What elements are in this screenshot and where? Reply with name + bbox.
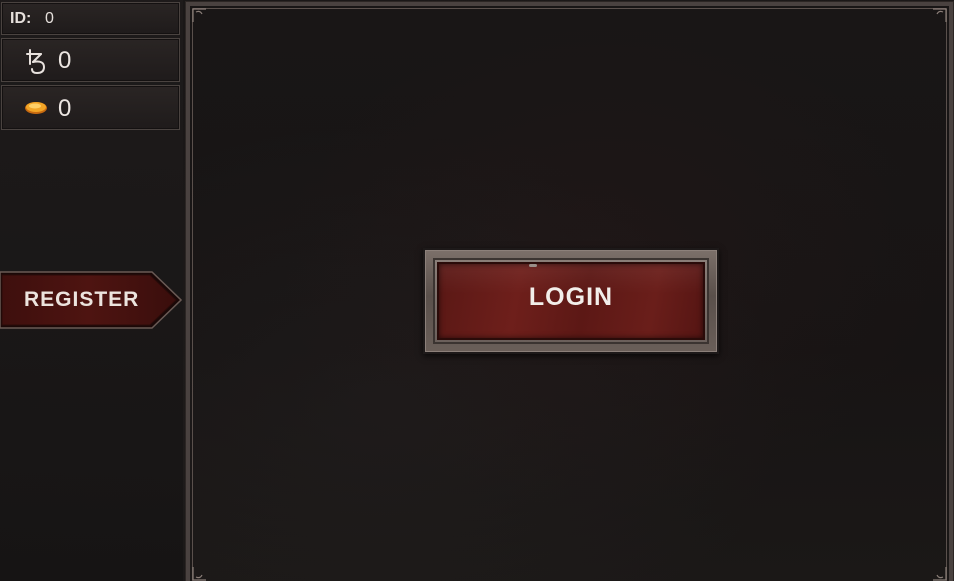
corner-ornament-icon [192, 8, 206, 22]
sidebar: ID: 0 0 0 REGISTER [0, 0, 183, 581]
login-plate: LOGIN [437, 262, 705, 340]
login-label: LOGIN [528, 283, 614, 311]
game-screen: ID: 0 0 0 REGISTER LOGIN [0, 0, 954, 581]
player-id-value: 0 [45, 10, 54, 27]
player-id-label: ID: [10, 10, 32, 27]
tez-balance-value: 0 [58, 47, 72, 74]
coin-balance-box: 0 [1, 85, 180, 130]
tezos-icon [26, 49, 45, 74]
register-label: REGISTER [24, 288, 140, 311]
rivet [529, 264, 537, 267]
tez-balance-box: 0 [1, 38, 180, 82]
corner-ornament-icon [192, 567, 206, 581]
corner-ornament-icon [933, 567, 947, 581]
register-button[interactable]: REGISTER [0, 271, 182, 329]
player-id-box: ID: 0 [1, 2, 180, 35]
login-button[interactable]: LOGIN [423, 248, 719, 354]
coin-balance-value: 0 [58, 95, 72, 122]
gold-coin-icon [25, 102, 47, 114]
corner-ornament-icon [933, 8, 947, 22]
